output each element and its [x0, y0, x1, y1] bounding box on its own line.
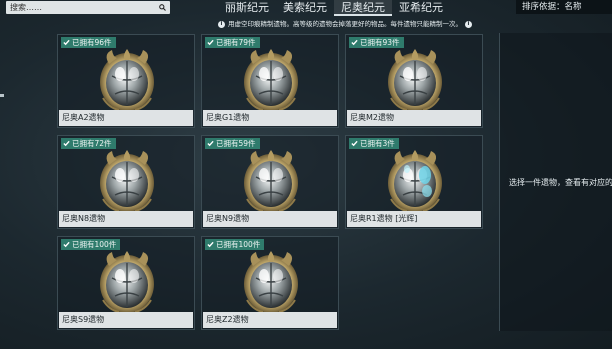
relic-intact-icon — [243, 48, 299, 112]
relic-intact-icon — [99, 149, 155, 213]
search-input[interactable]: 搜索…… — [6, 1, 170, 14]
info-text: 用虚空印痕精制遗物。高等级的遗物会掉落更好的物品。每件遗物只能精制一次。 — [228, 20, 462, 28]
info-icon: i — [218, 21, 225, 28]
relic-name: 尼奥Z2遗物 — [203, 312, 337, 328]
check-icon — [351, 39, 358, 46]
search-placeholder: 搜索…… — [10, 3, 42, 12]
relic-name: 尼奥R1遗物 [光辉] — [347, 211, 481, 227]
relic-intact-icon — [99, 48, 155, 112]
left-edge-marker — [0, 94, 4, 97]
tab-meso[interactable]: 美索纪元 — [276, 0, 334, 16]
check-icon — [63, 39, 70, 46]
relic-card-neo-a2[interactable]: 已拥有96件 尼奥A2遗物 — [57, 34, 195, 128]
tab-neo[interactable]: 尼奥纪元 — [334, 0, 392, 16]
relic-intact-icon — [99, 250, 155, 314]
relic-card-neo-m2[interactable]: 已拥有93件 尼奥M2遗物 — [345, 34, 483, 128]
relic-card-neo-z2[interactable]: 已拥有100件 尼奥Z2遗物 — [201, 236, 339, 330]
check-icon — [207, 140, 214, 147]
relic-name: 尼奥S9遗物 — [59, 312, 193, 328]
help-icon[interactable]: i — [465, 21, 472, 28]
relic-radiant-icon — [387, 149, 443, 213]
era-tabs: 丽斯纪元 美索纪元 尼奥纪元 亚希纪元 — [218, 0, 450, 16]
sort-dropdown[interactable]: 排序依据：名称 — [516, 0, 612, 14]
relic-name: 尼奥N9遗物 — [203, 211, 337, 227]
relic-name: 尼奥N8遗物 — [59, 211, 193, 227]
check-icon — [63, 241, 70, 248]
relic-intact-icon — [243, 149, 299, 213]
relic-intact-icon — [387, 48, 443, 112]
relic-card-neo-r1-radiant[interactable]: 已拥有3件 尼奥R1遗物 [光辉] — [345, 135, 483, 229]
relic-name: 尼奥A2遗物 — [59, 110, 193, 126]
relic-detail-panel: 选择一件遗物，查看有对应的 — [499, 33, 612, 331]
check-icon — [63, 140, 70, 147]
check-icon — [207, 39, 214, 46]
relic-card-neo-n8[interactable]: 已拥有72件 尼奥N8遗物 — [57, 135, 195, 229]
top-bar: 搜索…… 丽斯纪元 美索纪元 尼奥纪元 亚希纪元 排序依据：名称 — [0, 0, 612, 16]
detail-prompt: 选择一件遗物，查看有对应的 — [509, 178, 612, 187]
relic-card-neo-n9[interactable]: 已拥有59件 尼奥N9遗物 — [201, 135, 339, 229]
relic-card-neo-s9[interactable]: 已拥有100件 尼奥S9遗物 — [57, 236, 195, 330]
search-icon[interactable] — [159, 4, 166, 11]
relic-name: 尼奥G1遗物 — [203, 110, 337, 126]
tab-lith[interactable]: 丽斯纪元 — [218, 0, 276, 16]
relic-card-neo-g1[interactable]: 已拥有79件 尼奥G1遗物 — [201, 34, 339, 128]
relic-name: 尼奥M2遗物 — [347, 110, 481, 126]
tab-axi[interactable]: 亚希纪元 — [392, 0, 450, 16]
info-line: i 用虚空印痕精制遗物。高等级的遗物会掉落更好的物品。每件遗物只能精制一次。 i — [218, 19, 482, 30]
relic-intact-icon — [243, 250, 299, 314]
check-icon — [207, 241, 214, 248]
check-icon — [351, 140, 358, 147]
